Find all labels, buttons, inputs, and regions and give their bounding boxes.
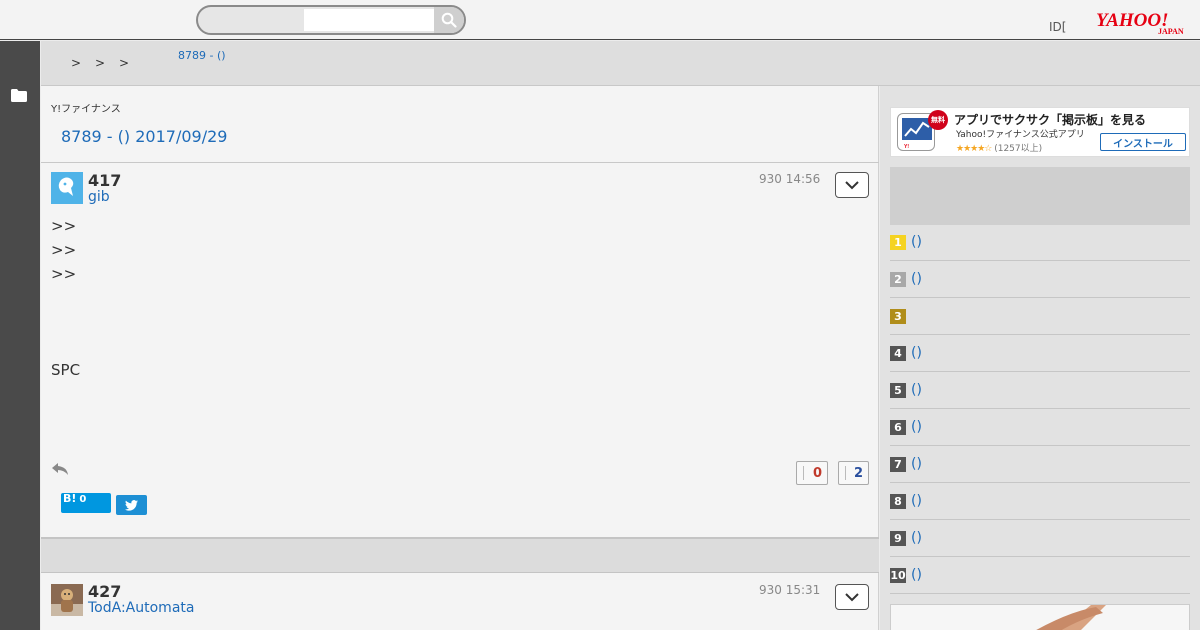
post-line: SPC bbox=[51, 361, 81, 379]
hatena-bookmark-button[interactable]: B! 0 bbox=[61, 493, 111, 513]
post-username[interactable]: gib bbox=[88, 189, 110, 205]
avatar[interactable] bbox=[51, 584, 83, 616]
ranking-link[interactable]: () bbox=[911, 234, 922, 250]
app-banner-subtitle: Yahoo!ファイナンス公式アプリ bbox=[956, 130, 1085, 140]
ranking-item[interactable]: 8 () bbox=[890, 483, 1190, 520]
login-id-link[interactable]: ID[ bbox=[1049, 20, 1066, 34]
sidebar-ad bbox=[890, 167, 1190, 225]
ranking-link[interactable]: () bbox=[911, 345, 922, 361]
ranking-item[interactable]: 2 () bbox=[890, 261, 1190, 298]
rank-badge: 2 bbox=[890, 272, 906, 287]
breadcrumb-current-link[interactable]: 8789 - () bbox=[178, 50, 238, 62]
post-line bbox=[51, 334, 80, 358]
ranking-link[interactable]: () bbox=[911, 530, 922, 546]
breadcrumb-separator: > bbox=[95, 56, 106, 70]
ranking-item[interactable]: 5 () bbox=[890, 372, 1190, 409]
reply-icon[interactable] bbox=[51, 462, 69, 476]
folder-icon[interactable] bbox=[11, 89, 27, 102]
rank-badge: 7 bbox=[890, 457, 906, 472]
post-menu-button[interactable] bbox=[835, 172, 869, 198]
rank-badge: 3 bbox=[890, 309, 906, 324]
divider bbox=[41, 162, 879, 163]
breadcrumb: > > > 8789 - () bbox=[41, 41, 1200, 86]
post-body: >> >> >> SPC bbox=[51, 214, 80, 382]
post-number[interactable]: 417 bbox=[88, 171, 121, 190]
post-number[interactable]: 427 bbox=[88, 582, 121, 601]
yahoo-finance-logo[interactable]: Y!ファイナンス bbox=[51, 100, 121, 115]
search-button[interactable] bbox=[434, 7, 464, 33]
rating-count: (1257以上) bbox=[994, 144, 1043, 154]
app-promo-banner[interactable]: Y! 無料 アプリでサクサク「掲示板」を見る Yahoo!ファイナンス公式アプリ… bbox=[890, 107, 1190, 157]
rank-badge: 1 bbox=[890, 235, 906, 250]
ranking-item[interactable]: 9 () bbox=[890, 520, 1190, 557]
post-username[interactable]: TodA:Automata bbox=[88, 600, 194, 616]
post-line: >> bbox=[51, 265, 77, 283]
free-badge: 無料 bbox=[928, 110, 948, 130]
post-timestamp: 930 15:31 bbox=[759, 583, 821, 597]
ranking-link[interactable]: () bbox=[911, 493, 922, 509]
left-rail bbox=[0, 41, 40, 630]
breadcrumb-separator: > bbox=[71, 56, 82, 70]
ranking-item[interactable]: 7 () bbox=[890, 446, 1190, 483]
post-menu-button[interactable] bbox=[835, 584, 869, 610]
search-input[interactable] bbox=[304, 9, 434, 31]
ranking-item[interactable]: 3 bbox=[890, 298, 1190, 335]
twitter-share-button[interactable] bbox=[116, 495, 147, 515]
sidebar: Y! 無料 アプリでサクサク「掲示板」を見る Yahoo!ファイナンス公式アプリ… bbox=[880, 86, 1200, 630]
vote-bad-button[interactable]: 2 bbox=[838, 461, 869, 485]
avatar[interactable] bbox=[51, 172, 83, 204]
twitter-icon bbox=[125, 499, 138, 511]
logo-subtext: JAPAN bbox=[1158, 27, 1184, 36]
search-box bbox=[196, 5, 466, 35]
rank-badge: 6 bbox=[890, 420, 906, 435]
ranking-list: 1 () 2 () 3 4 () 5 () 6 () 7 () 8 () 9 () 10 () bbox=[890, 224, 1190, 594]
app-banner-title: アプリでサクサク「掲示板」を見る bbox=[954, 113, 1147, 127]
hatena-label: B! bbox=[63, 492, 77, 505]
ranking-link[interactable]: () bbox=[911, 567, 922, 583]
rating-stars: ★★★★☆ bbox=[956, 144, 992, 154]
rank-badge: 10 bbox=[890, 568, 906, 583]
ranking-link[interactable]: () bbox=[911, 382, 922, 398]
chevron-down-icon bbox=[845, 592, 859, 601]
main-content: Y!ファイナンス 8789 - () 2017/09/29 417 gib 93… bbox=[41, 86, 879, 630]
post-line: >> bbox=[51, 217, 77, 235]
rank-badge: 8 bbox=[890, 494, 906, 509]
post-line bbox=[51, 286, 80, 310]
rank-badge: 9 bbox=[890, 531, 906, 546]
ranking-link[interactable]: () bbox=[911, 271, 922, 287]
ranking-link[interactable]: () bbox=[911, 456, 922, 472]
post-line: >> bbox=[51, 241, 77, 259]
sidebar-image-ad[interactable] bbox=[890, 604, 1190, 630]
breadcrumb-separator: > bbox=[119, 56, 130, 70]
rank-badge: 4 bbox=[890, 346, 906, 361]
yahoo-japan-logo[interactable]: YAHOO! JAPAN bbox=[1096, 10, 1188, 36]
ranking-item[interactable]: 1 () bbox=[890, 224, 1190, 261]
ranking-link[interactable]: () bbox=[911, 419, 922, 435]
install-button[interactable]: インストール bbox=[1100, 133, 1186, 151]
ranking-item[interactable]: 10 () bbox=[890, 557, 1190, 594]
page-title: 8789 - () 2017/09/29 bbox=[61, 127, 228, 146]
svg-text:Y!: Y! bbox=[904, 144, 909, 150]
app-rating: ★★★★☆ (1257以上) bbox=[956, 141, 1042, 154]
post-timestamp: 930 14:56 bbox=[759, 172, 821, 186]
rank-badge: 5 bbox=[890, 383, 906, 398]
ranking-item[interactable]: 6 () bbox=[890, 409, 1190, 446]
vote-good-button[interactable]: 0 bbox=[796, 461, 828, 485]
search-icon bbox=[441, 12, 457, 28]
hatena-count: 0 bbox=[79, 494, 87, 505]
ranking-item[interactable]: 4 () bbox=[890, 335, 1190, 372]
post-line bbox=[51, 310, 80, 334]
chevron-down-icon bbox=[845, 180, 859, 189]
ad-band bbox=[41, 537, 879, 573]
top-bar: ID[ YAHOO! JAPAN bbox=[0, 0, 1200, 40]
